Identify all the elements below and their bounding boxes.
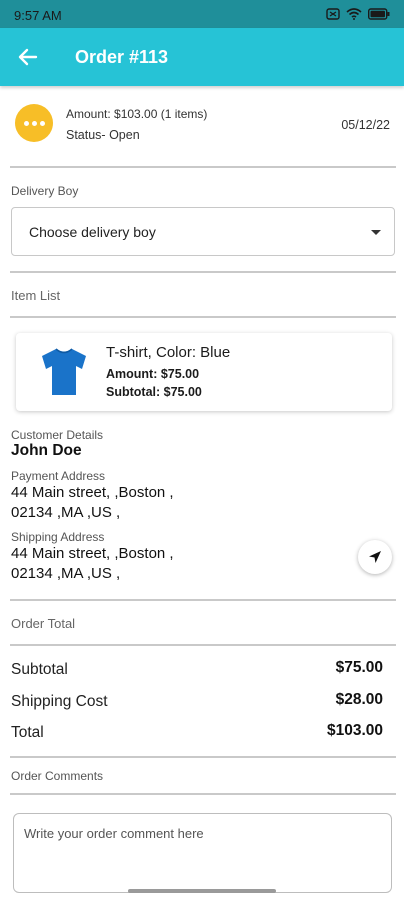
item-subtotal: Subtotal: $75.00 — [106, 385, 202, 399]
more-icon — [15, 104, 53, 142]
tshirt-image — [34, 341, 94, 401]
wifi-icon — [346, 8, 362, 20]
shipping-address-label: Shipping Address — [11, 530, 105, 544]
status-time: 9:57 AM — [14, 8, 62, 23]
back-button[interactable] — [16, 45, 40, 69]
delivery-boy-dropdown[interactable]: Choose delivery boy — [11, 207, 395, 256]
item-name: T-shirt, Color: Blue — [106, 344, 231, 361]
order-summary: Amount: $103.00 (1 items) Status- Open 0… — [0, 100, 404, 150]
customer-name: John Doe — [11, 442, 82, 459]
divider — [10, 166, 396, 168]
total-label: Total — [11, 724, 44, 741]
shipping-address-line1: 44 Main street, ,Boston , — [11, 545, 174, 562]
order-comment-input[interactable] — [14, 814, 391, 892]
customer-details-label: Customer Details — [11, 428, 104, 442]
page-title: Order #113 — [75, 47, 169, 67]
shipping-cost-value: $28.00 — [335, 691, 383, 708]
dropdown-arrow-icon — [371, 230, 381, 235]
item-list-label: Item List — [11, 288, 61, 303]
order-date: 05/12/22 — [341, 118, 390, 132]
total-value: $103.00 — [326, 722, 383, 739]
payment-address-line2: 02134 ,MA ,US , — [11, 504, 121, 521]
status-bar: 9:57 AM — [0, 0, 404, 28]
divider — [10, 644, 396, 646]
navigation-arrow-icon — [369, 551, 381, 563]
list-item[interactable]: T-shirt, Color: Blue Amount: $75.00 Subt… — [16, 333, 392, 411]
dnd-icon — [326, 8, 340, 20]
divider — [10, 756, 396, 758]
payment-address-label: Payment Address — [11, 469, 106, 483]
shipping-cost-label: Shipping Cost — [11, 693, 108, 710]
order-comments-label: Order Comments — [11, 769, 104, 783]
order-amount: Amount: $103.00 (1 items) — [66, 107, 208, 121]
order-total-label: Order Total — [11, 616, 76, 631]
order-status: Status- Open — [66, 128, 140, 142]
divider — [10, 271, 396, 273]
delivery-boy-label: Delivery Boy — [11, 184, 79, 198]
divider — [10, 599, 396, 601]
shipping-address-line2: 02134 ,MA ,US , — [11, 565, 121, 582]
battery-icon — [368, 8, 390, 20]
home-indicator[interactable] — [128, 889, 276, 893]
order-comment-box[interactable] — [13, 813, 392, 893]
payment-address-line1: 44 Main street, ,Boston , — [11, 484, 174, 501]
item-amount: Amount: $75.00 — [106, 367, 200, 381]
subtotal-value: $75.00 — [335, 659, 383, 676]
divider — [10, 793, 396, 795]
delivery-boy-placeholder: Choose delivery boy — [29, 224, 156, 240]
divider — [10, 316, 396, 318]
arrow-back-icon — [18, 48, 38, 66]
status-icons — [326, 8, 390, 20]
app-bar: Order #113 — [0, 28, 404, 86]
subtotal-label: Subtotal — [11, 661, 68, 678]
navigate-button[interactable] — [358, 540, 392, 574]
